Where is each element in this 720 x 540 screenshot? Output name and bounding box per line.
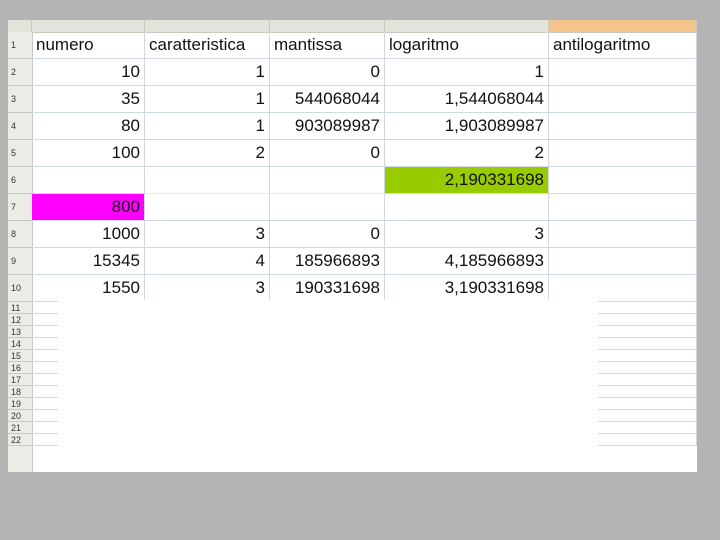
cell-antilogaritmo[interactable]	[549, 140, 697, 167]
table-row: 1550 3 190331698 3,190331698	[32, 275, 697, 302]
row-number[interactable]: 1	[8, 32, 32, 59]
row-number[interactable]: 18	[8, 386, 32, 398]
cell-mantissa[interactable]: 903089987	[270, 113, 385, 140]
header-numero[interactable]: numero	[32, 32, 145, 59]
column-header-c[interactable]	[270, 20, 385, 32]
cell-caratteristica[interactable]: 2	[145, 140, 270, 167]
cell-mantissa[interactable]: 544068044	[270, 86, 385, 113]
cell-numero[interactable]	[32, 167, 145, 194]
column-header-e[interactable]	[549, 20, 697, 32]
cell-logaritmo[interactable]: 1	[385, 59, 549, 86]
cell-mantissa[interactable]: 190331698	[270, 275, 385, 302]
cell-antilogaritmo[interactable]	[549, 167, 697, 194]
cell-logaritmo[interactable]: 3,190331698	[385, 275, 549, 302]
table-row: 35 1 544068044 1,544068044	[32, 86, 697, 113]
table-row: 100 2 0 2	[32, 140, 697, 167]
row-number[interactable]: 4	[8, 113, 32, 140]
cell-numero-highlighted[interactable]: 800	[32, 194, 145, 221]
cell-caratteristica[interactable]: 1	[145, 59, 270, 86]
cell-numero[interactable]: 1550	[32, 275, 145, 302]
cell-caratteristica[interactable]	[145, 167, 270, 194]
row-number[interactable]: 7	[8, 194, 32, 221]
row-number[interactable]: 6	[8, 167, 32, 194]
cell-mantissa[interactable]: 185966893	[270, 248, 385, 275]
row-number[interactable]: 11	[8, 302, 32, 314]
cell-numero[interactable]: 10	[32, 59, 145, 86]
spreadsheet: 1 2 3 4 5 6 7 8 9 10 11 12 13 14 15 16 1…	[8, 20, 697, 472]
cell-logaritmo-highlighted[interactable]: 2,190331698	[385, 167, 549, 194]
cell-logaritmo[interactable]: 2	[385, 140, 549, 167]
column-header-d[interactable]	[385, 20, 549, 32]
cell-antilogaritmo[interactable]	[549, 221, 697, 248]
cell-antilogaritmo[interactable]	[549, 194, 697, 221]
cell-antilogaritmo[interactable]	[549, 275, 697, 302]
cell-mantissa[interactable]: 0	[270, 59, 385, 86]
row-number[interactable]: 14	[8, 338, 32, 350]
row-number[interactable]: 20	[8, 410, 32, 422]
cell-mantissa[interactable]: 0	[270, 221, 385, 248]
cell-numero[interactable]: 100	[32, 140, 145, 167]
header-mantissa[interactable]: mantissa	[270, 32, 385, 59]
cell-antilogaritmo[interactable]	[549, 113, 697, 140]
row-number[interactable]: 3	[8, 86, 32, 113]
row-number[interactable]: 8	[8, 221, 32, 248]
column-header-a[interactable]	[32, 20, 145, 32]
row-number[interactable]: 21	[8, 422, 32, 434]
cell-caratteristica[interactable]: 3	[145, 275, 270, 302]
cell-antilogaritmo[interactable]	[549, 59, 697, 86]
cell-mantissa[interactable]: 0	[270, 140, 385, 167]
cell-logaritmo[interactable]	[385, 194, 549, 221]
cell-caratteristica[interactable]: 3	[145, 221, 270, 248]
cell-numero[interactable]: 80	[32, 113, 145, 140]
row-number[interactable]: 12	[8, 314, 32, 326]
header-antilogaritmo[interactable]: antilogaritmo	[549, 32, 697, 59]
blank-overlay-region	[58, 300, 598, 460]
cell-numero[interactable]: 15345	[32, 248, 145, 275]
select-all-corner[interactable]	[8, 20, 32, 32]
row-number[interactable]: 16	[8, 362, 32, 374]
cell-caratteristica[interactable]: 4	[145, 248, 270, 275]
row-number[interactable]: 15	[8, 350, 32, 362]
cell-caratteristica[interactable]	[145, 194, 270, 221]
cell-logaritmo[interactable]: 1,903089987	[385, 113, 549, 140]
cell-logaritmo[interactable]: 4,185966893	[385, 248, 549, 275]
table-row: 2,190331698	[32, 167, 697, 194]
cell-antilogaritmo[interactable]	[549, 86, 697, 113]
row-number[interactable]: 9	[8, 248, 32, 275]
header-logaritmo[interactable]: logaritmo	[385, 32, 549, 59]
row-number[interactable]: 19	[8, 398, 32, 410]
row-number[interactable]: 17	[8, 374, 32, 386]
cell-mantissa[interactable]	[270, 194, 385, 221]
row-number[interactable]: 5	[8, 140, 32, 167]
table-row: 10 1 0 1	[32, 59, 697, 86]
row-number[interactable]: 13	[8, 326, 32, 338]
row-number[interactable]: 2	[8, 59, 32, 86]
cell-caratteristica[interactable]: 1	[145, 86, 270, 113]
header-row: numero caratteristica mantissa logaritmo…	[32, 32, 697, 59]
row-number[interactable]: 22	[8, 434, 32, 446]
table-row: 80 1 903089987 1,903089987	[32, 113, 697, 140]
cell-antilogaritmo[interactable]	[549, 248, 697, 275]
row-number[interactable]: 10	[8, 275, 32, 302]
header-caratteristica[interactable]: caratteristica	[145, 32, 270, 59]
table-row: 1000 3 0 3	[32, 221, 697, 248]
row-header-bar: 1 2 3 4 5 6 7 8 9 10 11 12 13 14 15 16 1…	[8, 32, 33, 472]
column-header-b[interactable]	[145, 20, 270, 32]
cell-mantissa[interactable]	[270, 167, 385, 194]
cell-logaritmo[interactable]: 1,544068044	[385, 86, 549, 113]
cell-numero[interactable]: 35	[32, 86, 145, 113]
cell-numero[interactable]: 1000	[32, 221, 145, 248]
table-row: 800	[32, 194, 697, 221]
cell-logaritmo[interactable]: 3	[385, 221, 549, 248]
cell-caratteristica[interactable]: 1	[145, 113, 270, 140]
table-row: 15345 4 185966893 4,185966893	[32, 248, 697, 275]
